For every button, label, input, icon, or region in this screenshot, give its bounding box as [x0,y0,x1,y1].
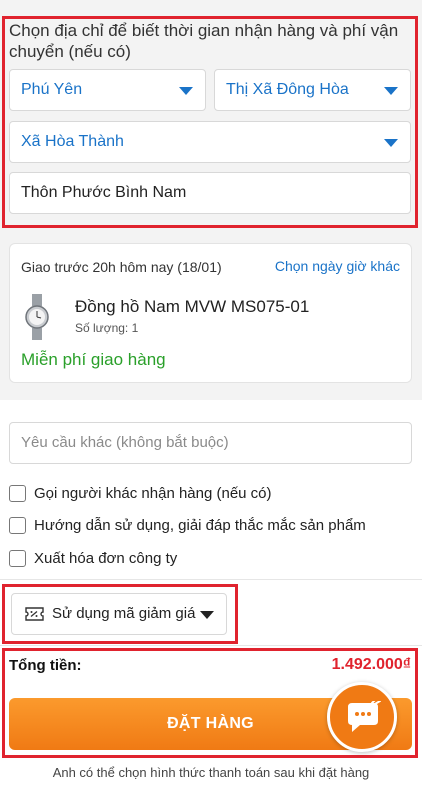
coupon-label: Sử dụng mã giảm giá [52,605,196,622]
option-label: Gọi người khác nhận hàng (nếu có) [34,484,272,502]
divider [0,645,422,646]
ticket-icon [25,607,44,621]
change-date-link[interactable]: Chọn ngày giờ khác [275,258,400,274]
street-value: Thôn Phước Bình Nam [21,184,187,201]
coupon-button[interactable]: Sử dụng mã giảm giá [11,593,227,635]
ward-select[interactable]: Xã Hòa Thành [9,121,411,163]
chat-bubble-icon[interactable] [327,682,397,752]
divider [0,579,422,580]
address-section: Chọn địa chỉ để biết thời gian nhận hàng… [0,0,422,230]
free-shipping-text: Miễn phí giao hàng [21,350,166,369]
footer-note: Anh có thể chọn hình thức thanh toán sau… [52,765,370,780]
checkbox-icon[interactable] [9,484,26,502]
total-value: 1.492.000₫ [331,656,411,673]
option-usage-guide[interactable]: Hướng dẫn sử dụng, giải đáp thắc mắc sản… [9,514,366,536]
street-input[interactable]: Thôn Phước Bình Nam [9,172,411,214]
note-placeholder: Yêu cầu khác (không bắt buộc) [21,434,229,451]
address-title: Chọn địa chỉ để biết thời gian nhận hàng… [9,21,399,61]
checkbox-icon[interactable] [9,516,26,534]
option-label: Xuất hóa đơn công ty [34,549,178,567]
chat-icon [348,701,381,732]
district-value: Thị Xã Đông Hòa [226,81,349,98]
ward-value: Xã Hòa Thành [21,133,124,150]
delivery-card: Giao trước 20h hôm nay (18/01) Chọn ngày… [9,243,412,383]
note-input[interactable]: Yêu cầu khác (không bắt buộc) [9,422,412,464]
province-select[interactable]: Phú Yên [9,69,206,111]
caret-down-icon [384,87,398,95]
option-company-invoice[interactable]: Xuất hóa đơn công ty [9,547,177,569]
total-label: Tổng tiền: [9,657,82,674]
delivery-time: Giao trước 20h hôm nay (18/01) [21,259,222,275]
province-value: Phú Yên [21,81,83,98]
caret-down-icon [179,87,193,95]
product-quantity: Số lượng: 1 [75,321,139,335]
caret-down-icon [384,139,398,147]
caret-down-icon [200,611,214,619]
option-call-other[interactable]: Gọi người khác nhận hàng (nếu có) [9,482,272,504]
checkbox-icon[interactable] [9,549,26,567]
watch-icon [25,294,49,340]
product-name: Đồng hồ Nam MVW MS075-01 [75,297,310,316]
district-select[interactable]: Thị Xã Đông Hòa [214,69,411,111]
option-label: Hướng dẫn sử dụng, giải đáp thắc mắc sản… [34,516,366,534]
